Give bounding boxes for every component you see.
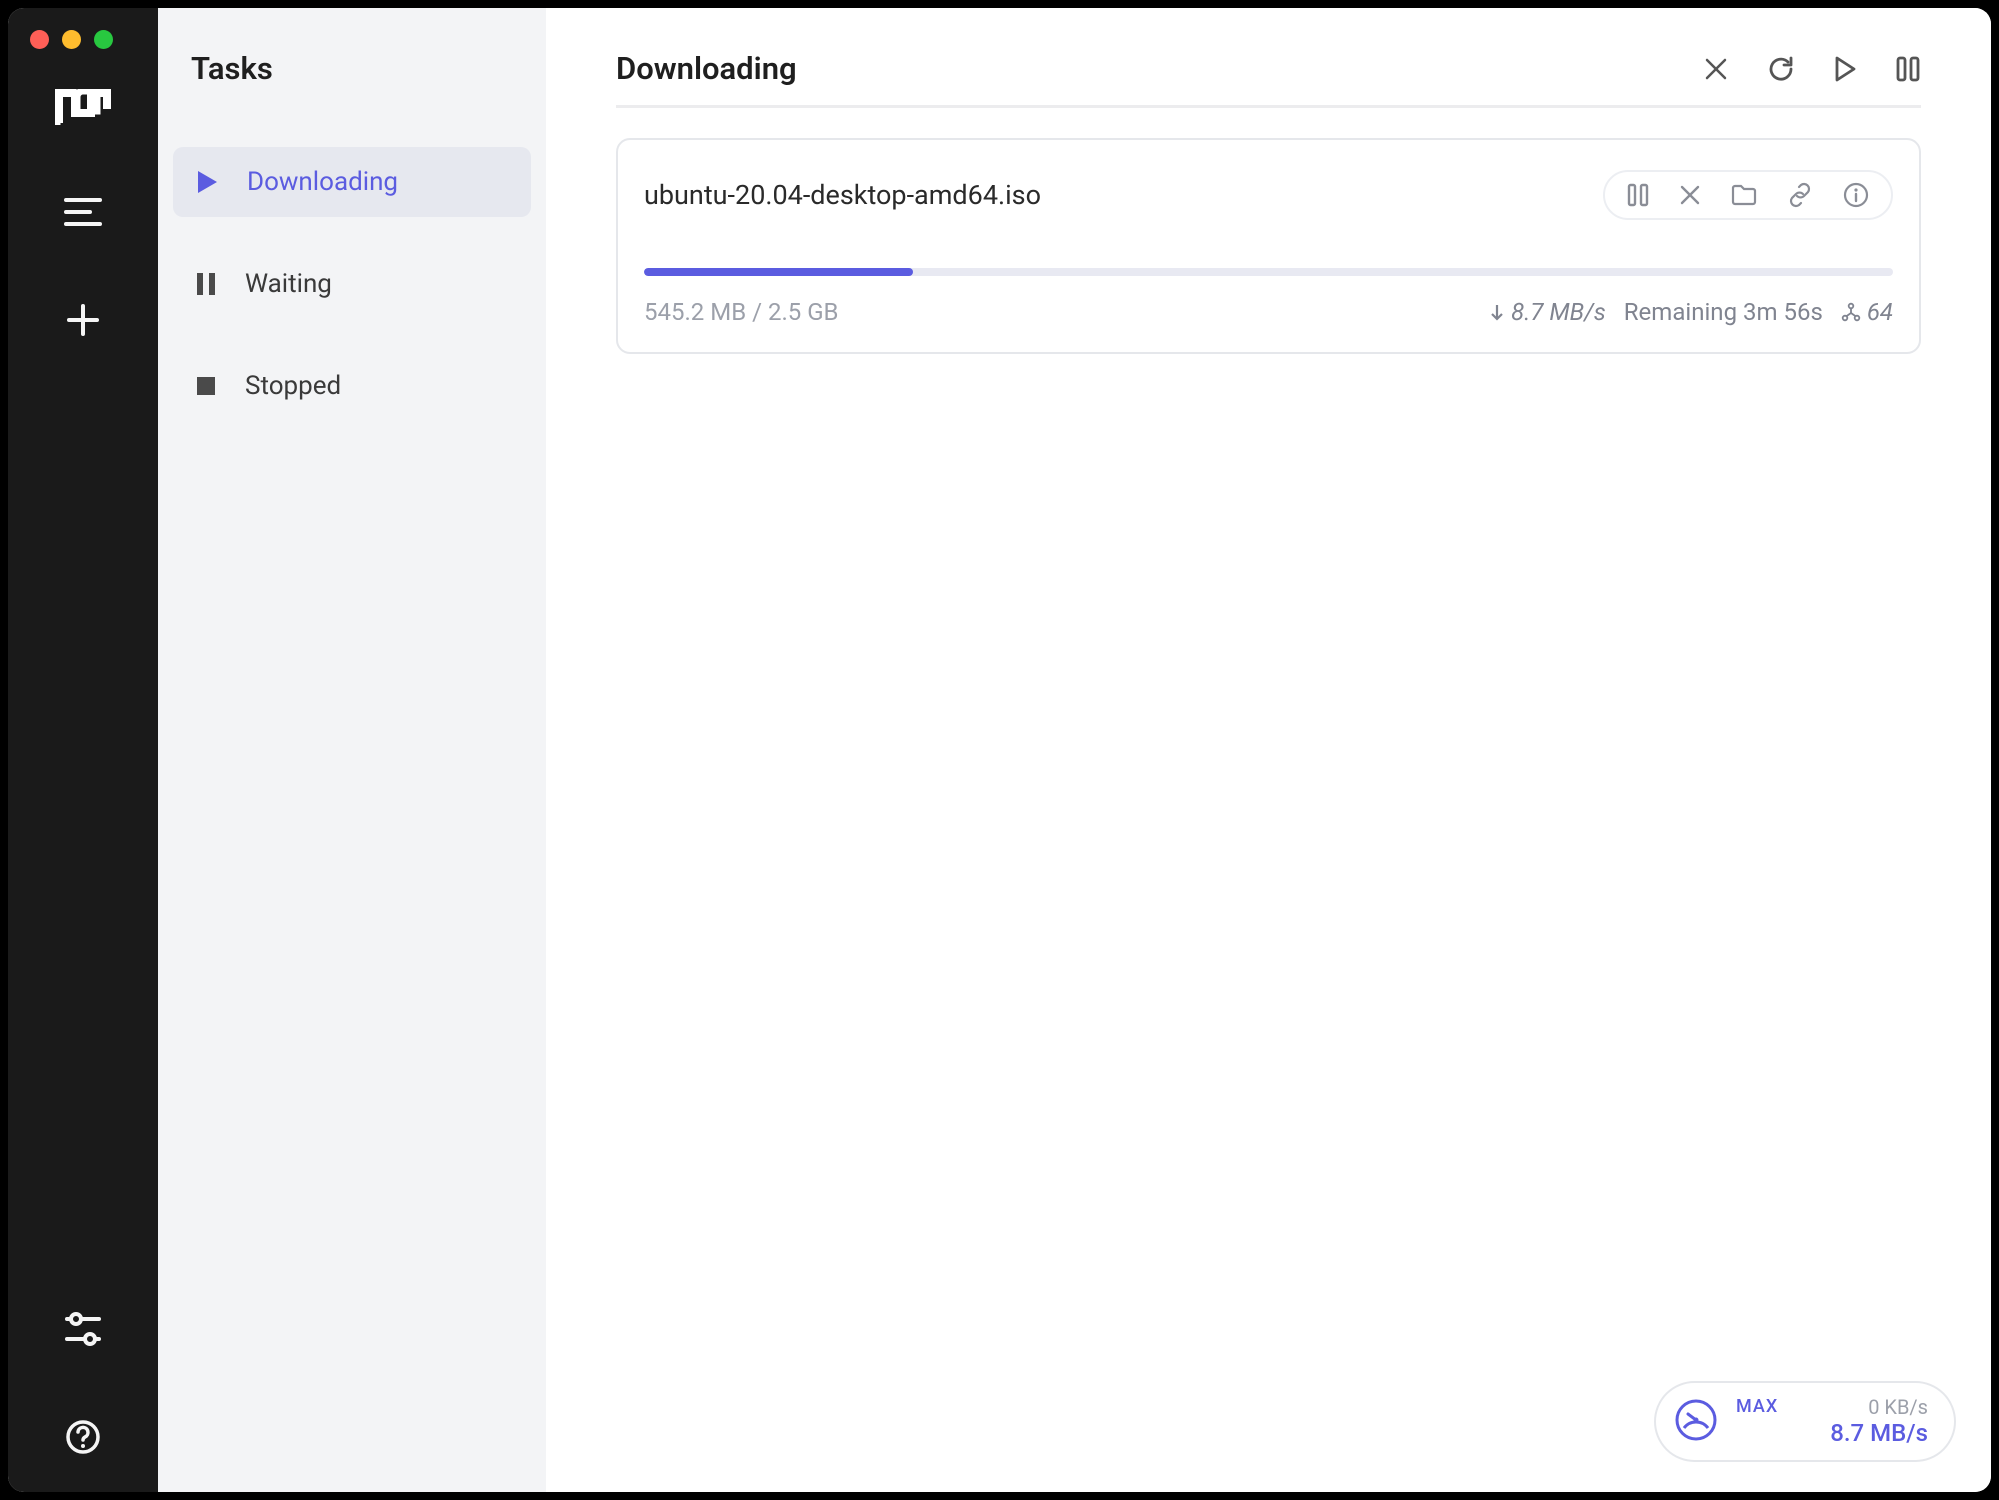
progress-bar [644, 268, 1893, 276]
minimize-window-button[interactable] [62, 30, 81, 49]
link-icon [1787, 182, 1813, 208]
upload-speed: 0 KB/s [1868, 1395, 1928, 1419]
task-size-progress: 545.2 MB / 2.5 GB [644, 298, 1471, 326]
window-controls [30, 30, 113, 49]
task-delete-button[interactable] [1679, 184, 1701, 206]
resume-all-button[interactable] [1833, 55, 1857, 83]
speed-max-label: MAX [1736, 1396, 1778, 1418]
plus-icon [66, 303, 100, 337]
header-divider [616, 105, 1921, 108]
play-outline-icon [1833, 55, 1857, 83]
menu-icon [64, 197, 102, 227]
pause-icon [1627, 183, 1649, 207]
sliders-icon [64, 1312, 102, 1346]
add-task-button[interactable] [58, 295, 108, 345]
task-remaining-time: Remaining 3m 56s [1624, 298, 1823, 326]
tasks-sidebar: Tasks Downloading Waiting Stopped [158, 8, 546, 1492]
task-card[interactable]: ubuntu-20.04-desktop-amd64.iso [616, 138, 1921, 354]
task-filename: ubuntu-20.04-desktop-amd64.iso [644, 179, 1603, 211]
delete-all-button[interactable] [1703, 55, 1729, 83]
tasks-sidebar-title: Tasks [191, 50, 531, 87]
preferences-button[interactable] [58, 1304, 108, 1354]
play-icon [195, 169, 219, 195]
sidebar-item-downloading[interactable]: Downloading [173, 147, 531, 217]
nav-rail [8, 8, 158, 1492]
network-icon [1841, 302, 1861, 322]
pause-icon [195, 271, 217, 297]
task-copy-link-button[interactable] [1787, 182, 1813, 208]
pause-all-button[interactable] [1895, 55, 1921, 83]
refresh-button[interactable] [1767, 55, 1795, 83]
info-icon [1843, 182, 1869, 208]
header-actions [1703, 55, 1921, 83]
sidebar-item-label: Stopped [245, 371, 341, 401]
task-open-folder-button[interactable] [1731, 184, 1757, 206]
progress-fill [644, 268, 913, 276]
speed-status-pill[interactable]: MAX 0 KB/s 8.7 MB/s [1654, 1381, 1956, 1462]
app-window: Tasks Downloading Waiting Stopped Downlo… [8, 8, 1991, 1492]
download-speed: 8.7 MB/s [1830, 1419, 1928, 1448]
sidebar-item-waiting[interactable]: Waiting [173, 249, 531, 319]
maximize-window-button[interactable] [94, 30, 113, 49]
sidebar-item-label: Downloading [247, 167, 398, 197]
task-peer-count: 64 [1841, 298, 1893, 326]
task-download-speed: 8.7 MB/s [1489, 298, 1606, 326]
sidebar-item-stopped[interactable]: Stopped [173, 351, 531, 421]
help-icon [65, 1419, 101, 1455]
main-header: Downloading [616, 50, 1921, 87]
arrow-down-icon [1489, 303, 1505, 321]
folder-icon [1731, 184, 1757, 206]
close-icon [1679, 184, 1701, 206]
page-title: Downloading [616, 50, 1703, 87]
task-info-button[interactable] [1843, 182, 1869, 208]
help-button[interactable] [58, 1412, 108, 1462]
sidebar-item-label: Waiting [245, 269, 332, 299]
pause-outline-icon [1895, 55, 1921, 83]
close-icon [1703, 56, 1729, 82]
gauge-icon [1674, 1398, 1718, 1446]
tasks-nav-button[interactable] [58, 187, 108, 237]
task-actions-pill [1603, 170, 1893, 220]
app-logo [55, 89, 111, 129]
main-content: Downloading [546, 8, 1991, 1492]
task-pause-button[interactable] [1627, 183, 1649, 207]
refresh-icon [1767, 55, 1795, 83]
close-window-button[interactable] [30, 30, 49, 49]
stop-icon [195, 375, 217, 397]
